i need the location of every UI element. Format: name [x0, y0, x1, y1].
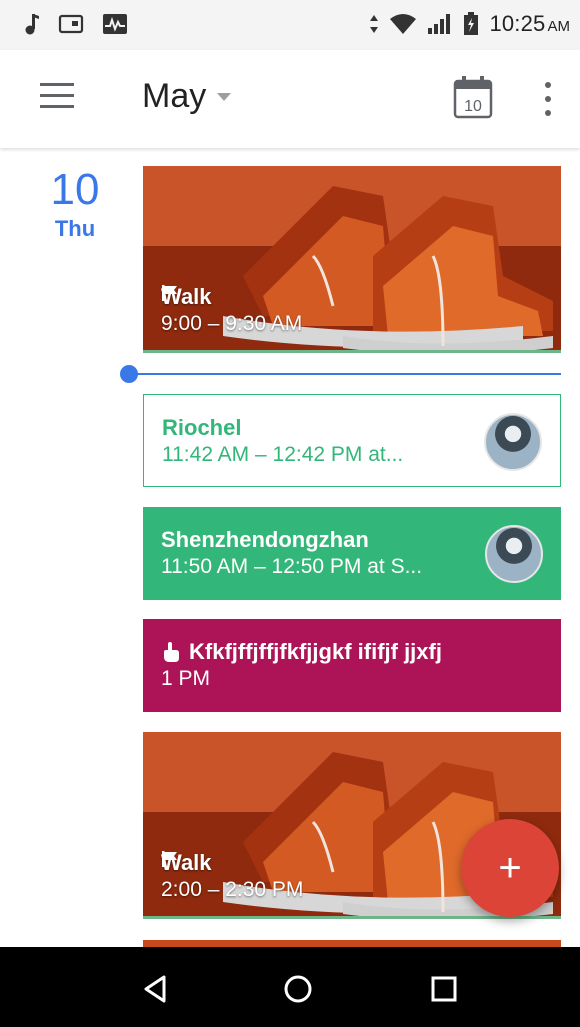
avatar: [484, 413, 542, 471]
status-ampm: AM: [547, 18, 571, 35]
activity-monitor-icon: [103, 14, 127, 34]
event-time: 9:00 – 9:30 AM: [161, 312, 303, 335]
flag-icon: [162, 851, 177, 867]
event-walk-morning-text: Walk 9:00 – 9:30 AM: [161, 284, 302, 336]
current-time-indicator: [120, 365, 561, 383]
signal-icon: [428, 14, 451, 34]
event-time: 1 PM: [161, 667, 211, 690]
avatar: [485, 525, 543, 583]
music-note-icon: [25, 14, 39, 35]
month-label: May: [142, 77, 207, 115]
day-weekday: Thu: [54, 216, 96, 241]
event-time: 11:50 AM – 12:50 PM at S...: [161, 555, 423, 578]
event-walk-morning[interactable]: Walk 9:00 – 9:30 AM: [143, 166, 561, 353]
data-arrows-icon: [370, 15, 379, 33]
home-icon[interactable]: [278, 969, 318, 1009]
app-bar: May 10: [0, 50, 580, 148]
dropdown-arrow-icon: [217, 92, 232, 101]
status-bar: 10:25 AM: [0, 0, 580, 50]
flag-icon: [162, 285, 177, 301]
back-icon[interactable]: [136, 969, 176, 1009]
day-number: 10: [50, 165, 100, 214]
reminder-hand-icon: [164, 642, 179, 662]
event-reminder[interactable]: Kfkfjffjffjfkfjjgkf ififjf jjxfj 1 PM: [143, 619, 561, 712]
day-header[interactable]: 10 Thu: [40, 168, 110, 242]
today-date: 10: [464, 98, 482, 115]
add-icon: +: [498, 846, 522, 890]
event-time: 2:00 – 2:30 PM: [161, 878, 304, 901]
event-title: Kfkfjffjffjfkfjjgkf ififjf jjxfj: [189, 639, 442, 664]
status-time: 10:25: [489, 11, 546, 36]
event-shenzhendongzhan[interactable]: Shenzhendongzhan 11:50 AM – 12:50 PM at …: [143, 507, 561, 600]
current-time-line: [130, 373, 561, 375]
calendar-today-icon[interactable]: 10: [452, 74, 494, 120]
battery-icon: [464, 12, 479, 35]
wifi-icon: [390, 14, 417, 34]
event-time: 11:42 AM – 12:42 PM at...: [162, 443, 404, 466]
tablet-icon: [58, 14, 84, 34]
hamburger-menu-icon[interactable]: [38, 80, 78, 112]
event-walk-afternoon-text: Walk 2:00 – 2:30 PM: [161, 850, 303, 902]
recents-icon[interactable]: [424, 969, 464, 1009]
add-event-button[interactable]: +: [461, 819, 559, 917]
system-nav-bar: [0, 947, 580, 1027]
more-vert-icon[interactable]: [538, 80, 558, 118]
month-selector[interactable]: May: [142, 77, 232, 116]
event-riochel[interactable]: Riochel 11:42 AM – 12:42 PM at...: [143, 394, 561, 487]
